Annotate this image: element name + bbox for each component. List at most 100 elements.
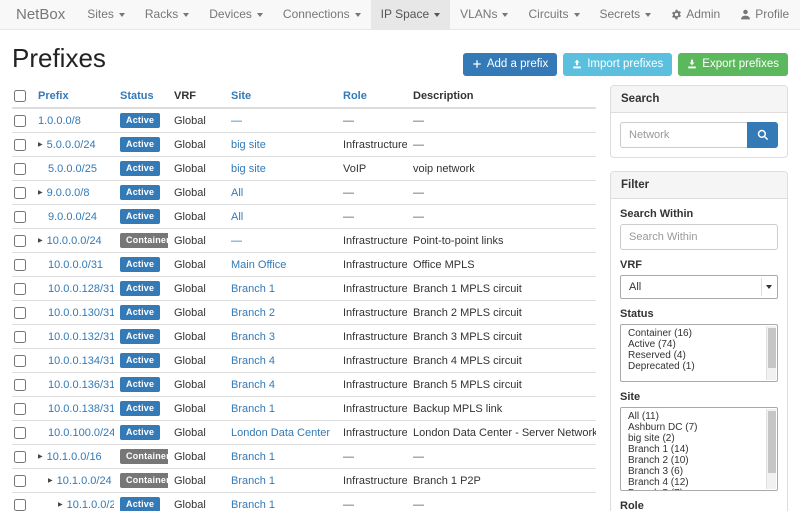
- nav-item-racks[interactable]: Racks: [135, 0, 199, 29]
- row-checkbox[interactable]: [14, 235, 26, 247]
- prefix-link[interactable]: 10.0.0.136/31: [48, 379, 114, 391]
- col-header-prefix[interactable]: Prefix: [32, 85, 114, 108]
- site-link[interactable]: Main Office: [231, 259, 286, 271]
- row-checkbox[interactable]: [14, 211, 26, 223]
- site-link[interactable]: Branch 1: [231, 403, 275, 415]
- nav-item-sites[interactable]: Sites: [77, 0, 135, 29]
- filter-option[interactable]: All (11): [621, 411, 777, 422]
- row-checkbox[interactable]: [14, 139, 26, 151]
- description-cell: —: [407, 445, 596, 469]
- role-cell: —: [337, 205, 407, 229]
- filter-option[interactable]: Active (74): [621, 339, 777, 350]
- row-checkbox[interactable]: [14, 451, 26, 463]
- filter-option[interactable]: Ashburn DC (7): [621, 422, 777, 433]
- filter-option[interactable]: Deprecated (1): [621, 361, 777, 372]
- site-link[interactable]: Branch 4: [231, 379, 275, 391]
- prefix-link[interactable]: 9.0.0.0/8: [47, 187, 90, 199]
- filter-option[interactable]: Branch 5 (7): [621, 488, 777, 491]
- prefix-link[interactable]: 10.0.100.0/24: [48, 427, 114, 439]
- prefix-link[interactable]: 10.0.0.138/31: [48, 403, 114, 415]
- site-link[interactable]: big site: [231, 139, 266, 151]
- scrollbar-thumb[interactable]: [768, 411, 776, 473]
- description-cell: Branch 1 P2P: [407, 469, 596, 493]
- row-checkbox[interactable]: [14, 259, 26, 271]
- filter-option[interactable]: big site (2): [621, 433, 777, 444]
- site-link[interactable]: Branch 1: [231, 499, 275, 511]
- vrf-select[interactable]: All: [620, 275, 778, 299]
- table-header-row: Prefix Status VRF Site Role Description: [12, 85, 596, 108]
- site-link[interactable]: Branch 1: [231, 283, 275, 295]
- search-input[interactable]: [620, 122, 747, 148]
- row-checkbox[interactable]: [14, 307, 26, 319]
- prefix-link[interactable]: 9.0.0.0/24: [48, 211, 97, 223]
- site-link[interactable]: Branch 1: [231, 451, 275, 463]
- row-checkbox[interactable]: [14, 115, 26, 127]
- nav-item-secrets[interactable]: Secrets: [590, 0, 662, 29]
- prefix-link[interactable]: 10.1.0.0/25: [67, 499, 114, 511]
- site-link[interactable]: Branch 4: [231, 355, 275, 367]
- site-link[interactable]: Branch 2: [231, 307, 275, 319]
- role-cell: Infrastructure: [337, 229, 407, 253]
- prefix-link[interactable]: 10.0.0.128/31: [48, 283, 114, 295]
- row-checkbox[interactable]: [14, 283, 26, 295]
- select-all-checkbox[interactable]: [14, 90, 26, 102]
- nav-item-vlans[interactable]: VLANs: [450, 0, 518, 29]
- filter-option[interactable]: Reserved (4): [621, 350, 777, 361]
- filter-option[interactable]: Branch 1 (14): [621, 444, 777, 455]
- prefix-link[interactable]: 5.0.0.0/24: [47, 139, 96, 151]
- prefix-link[interactable]: 10.0.0.130/31: [48, 307, 114, 319]
- row-checkbox[interactable]: [14, 187, 26, 199]
- nav-item-circuits[interactable]: Circuits: [518, 0, 589, 29]
- status-badge: Active: [120, 281, 160, 296]
- row-checkbox[interactable]: [14, 475, 26, 487]
- filter-option[interactable]: Container (16): [621, 328, 777, 339]
- import-prefixes-button[interactable]: Import prefixes: [563, 53, 672, 76]
- site-link[interactable]: Branch 3: [231, 331, 275, 343]
- nav-item-ip-space[interactable]: IP Space: [371, 0, 450, 29]
- table-row: 10.0.0.130/31 Active Global Branch 2 Inf…: [12, 301, 596, 325]
- prefix-link[interactable]: 10.0.0.134/31: [48, 355, 114, 367]
- col-header-site[interactable]: Site: [225, 85, 337, 108]
- prefix-link[interactable]: 10.1.0.0/16: [47, 451, 102, 463]
- row-checkbox[interactable]: [14, 403, 26, 415]
- site-link[interactable]: All: [231, 211, 243, 223]
- nav-item-admin[interactable]: Admin: [661, 0, 730, 29]
- filter-option[interactable]: Branch 4 (12): [621, 477, 777, 488]
- site-link[interactable]: big site: [231, 163, 266, 175]
- scrollbar-track[interactable]: [766, 326, 776, 380]
- row-checkbox[interactable]: [14, 355, 26, 367]
- prefix-link[interactable]: 5.0.0.0/25: [48, 163, 97, 175]
- scrollbar-thumb[interactable]: [768, 328, 776, 368]
- search-within-input[interactable]: [620, 224, 778, 250]
- row-checkbox[interactable]: [14, 163, 26, 175]
- row-checkbox[interactable]: [14, 379, 26, 391]
- field-label: Status: [620, 308, 778, 320]
- site-link[interactable]: All: [231, 187, 243, 199]
- brand-logo[interactable]: NetBox: [4, 0, 77, 29]
- nav-item-profile[interactable]: Profile: [730, 0, 799, 29]
- row-checkbox[interactable]: [14, 331, 26, 343]
- row-checkbox[interactable]: [14, 499, 26, 511]
- filter-option[interactable]: Branch 2 (10): [621, 455, 777, 466]
- filter-option[interactable]: Branch 3 (6): [621, 466, 777, 477]
- row-checkbox[interactable]: [14, 427, 26, 439]
- nav-item-connections[interactable]: Connections: [273, 0, 371, 29]
- col-header-role[interactable]: Role: [337, 85, 407, 108]
- add-a-prefix-button[interactable]: Add a prefix: [463, 53, 557, 76]
- tree-indent: [38, 315, 48, 316]
- prefix-link[interactable]: 10.0.0.132/31: [48, 331, 114, 343]
- nav-item-devices[interactable]: Devices: [199, 0, 273, 29]
- site-link[interactable]: Branch 1: [231, 475, 275, 487]
- site-link[interactable]: London Data Center: [231, 427, 330, 439]
- col-header-status[interactable]: Status: [114, 85, 168, 108]
- description-cell: —: [407, 133, 596, 157]
- prefix-link[interactable]: 10.0.0.0/24: [47, 235, 102, 247]
- export-prefixes-button[interactable]: Export prefixes: [678, 53, 788, 76]
- search-button[interactable]: [747, 122, 778, 148]
- role-cell: Infrastructure: [337, 349, 407, 373]
- prefix-link[interactable]: 10.1.0.0/24: [57, 475, 112, 487]
- prefix-link[interactable]: 10.0.0.0/31: [48, 259, 103, 271]
- tree-indent: [38, 387, 48, 388]
- scrollbar-track[interactable]: [766, 409, 776, 489]
- prefix-link[interactable]: 1.0.0.0/8: [38, 115, 81, 127]
